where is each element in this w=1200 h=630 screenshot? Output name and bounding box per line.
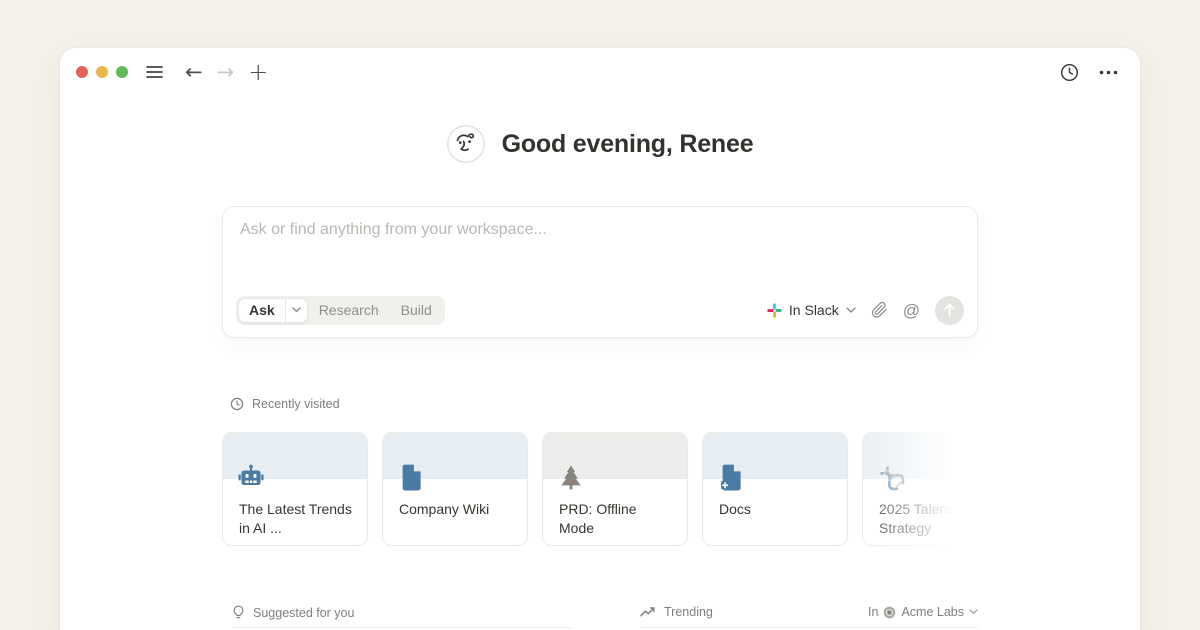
send-button[interactable]	[935, 296, 964, 325]
dna-icon	[878, 464, 906, 497]
tree-icon	[558, 464, 584, 496]
close-window-button[interactable]	[76, 66, 88, 78]
greeting-row: Good evening, Renee	[60, 123, 1140, 165]
scope-chevron-down-icon	[969, 609, 978, 615]
new-tab-button[interactable]: +	[248, 60, 268, 84]
ask-input[interactable]	[240, 221, 960, 291]
card-title: The Latest Trends in AI ...	[239, 500, 355, 537]
mode-build-button[interactable]: Build	[390, 298, 443, 323]
lightbulb-icon	[232, 605, 245, 620]
workspace-logo-icon	[883, 606, 896, 619]
window-controls	[76, 66, 128, 78]
mode-ask-label[interactable]: Ask	[239, 299, 285, 322]
minimize-window-button[interactable]	[96, 66, 108, 78]
card-title: 2025 Talent Brand Strategy	[879, 500, 978, 537]
card-docs[interactable]: Docs	[702, 432, 848, 546]
more-options-icon[interactable]	[1099, 58, 1118, 86]
titlebar: ← → +	[60, 48, 1140, 96]
mode-ask-selected[interactable]: Ask	[238, 298, 308, 323]
context-chevron-down-icon	[846, 307, 856, 314]
trending-section-header: Trending In Acme Labs	[640, 605, 978, 628]
workspace-scope-picker[interactable]: In Acme Labs	[868, 605, 978, 619]
mode-switch: Ask Research Build	[236, 296, 445, 325]
card-company-wiki[interactable]: Company Wiki	[382, 432, 528, 546]
document-icon	[398, 464, 423, 496]
suggested-label: Suggested for you	[253, 606, 354, 620]
sidebar-toggle-icon[interactable]	[146, 58, 163, 86]
ask-composer: Ask Research Build	[222, 206, 978, 338]
card-title: Docs	[719, 500, 835, 519]
mode-research-button[interactable]: Research	[308, 298, 390, 323]
card-prd-offline-mode[interactable]: PRD: Offline Mode	[542, 432, 688, 546]
recently-visited-label: Recently visited	[252, 397, 340, 411]
recent-clock-icon	[230, 397, 244, 411]
zoom-window-button[interactable]	[116, 66, 128, 78]
card-title: Company Wiki	[399, 500, 515, 519]
robot-icon	[238, 464, 264, 495]
trending-icon	[640, 606, 656, 618]
notion-face-icon	[447, 125, 485, 163]
forward-button[interactable]: →	[217, 62, 235, 83]
attach-file-icon[interactable]	[871, 301, 888, 319]
context-scope-picker[interactable]: In Slack	[767, 302, 856, 318]
trending-label: Trending	[664, 605, 713, 619]
scope-in-label: In	[868, 605, 878, 619]
document-plus-icon	[718, 464, 743, 496]
greeting-text: Good evening, Renee	[502, 130, 754, 159]
context-scope-label[interactable]: In Slack	[789, 302, 839, 318]
card-2025-talent-brand-strategy[interactable]: 2025 Talent Brand Strategy	[862, 432, 978, 546]
card-latest-trends-in-ai[interactable]: The Latest Trends in AI ...	[222, 432, 368, 546]
mode-chevron-down-icon[interactable]	[285, 299, 307, 322]
suggested-section-header: Suggested for you	[232, 605, 572, 628]
scope-workspace-label: Acme Labs	[901, 605, 964, 619]
mention-icon[interactable]: @	[903, 302, 920, 319]
recently-visited-header: Recently visited	[230, 397, 340, 411]
app-window: ← → + Good evening,	[60, 48, 1140, 630]
slack-logo-icon	[767, 303, 782, 318]
composer-toolbar: Ask Research Build	[236, 295, 964, 325]
back-button[interactable]: ←	[185, 62, 203, 83]
history-clock-icon[interactable]	[1060, 58, 1079, 86]
composer-actions: In Slack @	[767, 296, 964, 325]
recently-visited-cards: The Latest Trends in AI ... Company Wiki	[222, 432, 978, 550]
card-title: PRD: Offline Mode	[559, 500, 675, 537]
